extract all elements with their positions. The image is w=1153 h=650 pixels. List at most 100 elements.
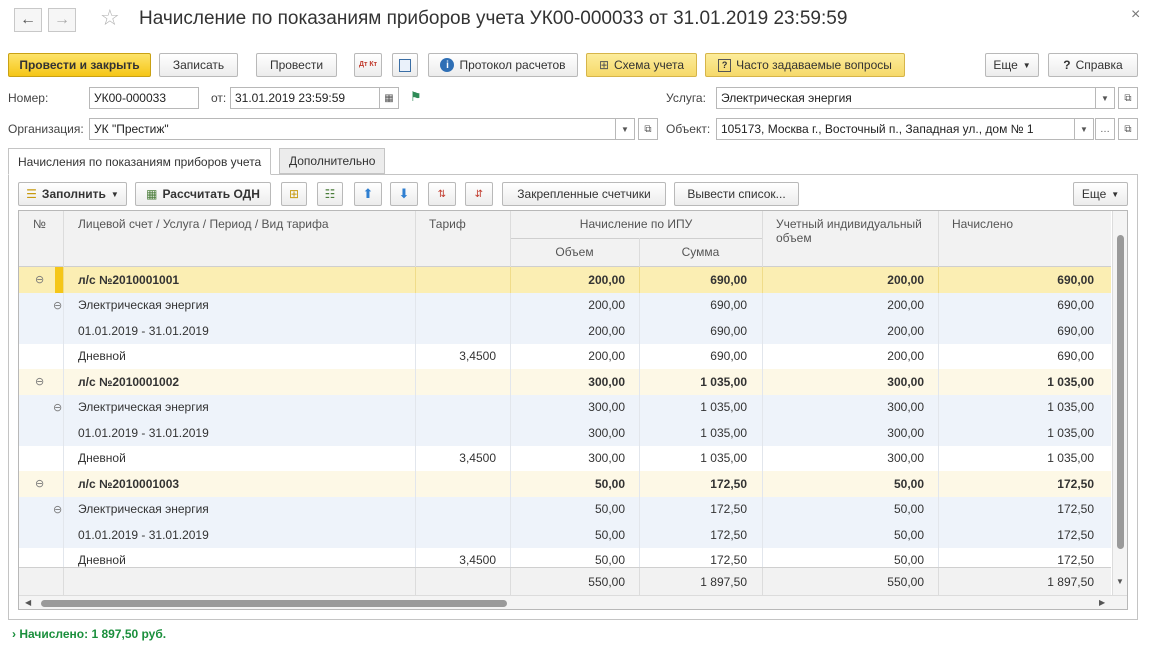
table-row[interactable]: Дневной 3,4500 200,00 690,00 200,00 690,00 [19,343,1111,369]
help-button[interactable]: ? Справка [1048,53,1138,77]
calc-odn-button[interactable]: ▦ Рассчитать ОДН [135,182,271,206]
faq-button[interactable]: ? Часто задаваемые вопросы [705,53,905,77]
table-row[interactable]: 01.01.2019 - 31.01.2019 50,00 172,50 50,00 1… [19,522,1111,548]
tab-readings-charges[interactable]: Начисления по показаниям приборов учета [8,148,272,175]
favorite-star-icon[interactable]: ☆ [100,5,120,31]
fill-button[interactable]: ☰ Заполнить ▼ [18,182,127,206]
vertical-scrollbar[interactable]: ▼ [1112,211,1127,595]
horizontal-scrollbar[interactable]: ◀ ▶ [19,595,1127,609]
row-volume: 300,00 [588,400,625,415]
sort-desc-button[interactable]: ⇵ [465,182,493,206]
row-individual: 300,00 [887,400,924,415]
service-open-button[interactable]: ⧉ [1118,87,1138,109]
row-individual: 200,00 [887,298,924,313]
forward-button[interactable]: → [48,8,76,32]
header-tariff[interactable]: Тариф [429,217,466,231]
sort-asc-icon: ⇅ [437,188,447,200]
row-sum: 172,50 [710,527,747,542]
row-account: Электрическая энергия [78,298,209,313]
tab-additional[interactable]: Дополнительно [279,148,386,174]
table-row[interactable]: ⊖ л/с №2010001001 200,00 690,00 200,00 690,00 [19,267,1111,293]
collapse-toggle-icon[interactable]: ⊖ [53,293,62,319]
table-row[interactable]: ⊖ л/с №2010001002 300,00 1 035,00 300,00 1 03… [19,369,1111,395]
object-select-button[interactable]: … [1095,118,1115,140]
object-dropdown[interactable]: ▼ [1074,118,1094,140]
add-group-button[interactable]: ⊞ [281,182,307,206]
table-row[interactable]: 01.01.2019 - 31.01.2019 300,00 1 035,00 300… [19,420,1111,446]
header-individual[interactable]: Учетный индивидуальный объем [776,217,926,245]
pinned-meters-button[interactable]: Закрепленные счетчики [502,182,666,206]
header-charged[interactable]: Начислено [952,217,1013,231]
move-up-button[interactable]: ⬆ [354,182,382,206]
service-field[interactable]: Электрическая энергия [716,87,1096,109]
row-individual: 50,00 [893,502,924,517]
table-more-label: Еще [1081,187,1107,201]
accounting-scheme-button[interactable]: ⊞ Схема учета [586,53,697,77]
row-sum: 1 035,00 [700,374,747,389]
collapse-toggle-icon[interactable]: ⊖ [53,395,62,421]
date-field[interactable]: 31.01.2019 23:59:59 [230,87,380,109]
fill-label: Заполнить [41,187,106,201]
back-button[interactable]: ← [14,8,42,32]
row-individual: 50,00 [893,527,924,542]
scroll-right-icon[interactable]: ▶ [1099,598,1105,607]
collapse-toggle-icon[interactable]: ⊖ [35,471,44,497]
row-tariff: 3,4500 [459,349,496,364]
output-list-button[interactable]: Вывести список... [674,182,799,206]
print-structure-button[interactable] [392,53,418,77]
open-icon: ⧉ [1124,123,1132,135]
close-icon[interactable]: × [1131,6,1140,24]
calc-protocol-button[interactable]: i Протокол расчетов [428,53,578,77]
header-sum[interactable]: Сумма [639,245,762,259]
row-volume: 200,00 [588,323,625,338]
calendar-button[interactable]: ▦ [379,87,399,109]
row-tariff [415,497,496,523]
header-divider [510,238,762,239]
table-row[interactable]: Дневной 3,4500 300,00 1 035,00 300,00 1 035,0… [19,445,1111,471]
organization-open-button[interactable]: ⧉ [638,118,658,140]
info-icon: i [440,58,455,72]
number-field[interactable]: УК00-000033 [89,87,199,109]
object-open-button[interactable]: ⧉ [1118,118,1138,140]
scroll-left-icon[interactable]: ◀ [25,598,31,607]
header-account[interactable]: Лицевой счет / Услуга / Период / Вид тар… [78,217,329,231]
collapse-toggle-icon[interactable]: ⊖ [35,267,44,293]
post-button[interactable]: Провести [256,53,337,77]
table-row[interactable]: ⊖ Электрическая энергия 300,00 1 035,00 300,… [19,394,1111,421]
caret-down-icon: ▼ [1101,93,1109,103]
header-volume[interactable]: Объем [510,245,639,259]
collapse-toggle-icon[interactable]: ⊖ [53,497,62,523]
dtkt-button[interactable]: Дт Кт [354,53,382,77]
status-charged[interactable]: › Начислено: 1 897,50 руб. [12,627,166,641]
horizontal-scroll-thumb[interactable] [41,600,507,607]
organization-label: Организация: [8,122,84,136]
collapse-toggle-icon[interactable]: ⊖ [35,369,44,395]
row-sum: 172,50 [710,476,747,491]
organization-dropdown[interactable]: ▼ [615,118,635,140]
more-button[interactable]: Еще ▼ [985,53,1039,77]
table-row[interactable]: ⊖ л/с №2010001003 50,00 172,50 50,00 172,50 [19,471,1111,497]
more-label: Еще [993,58,1018,72]
post-and-close-button[interactable]: Провести и закрыть [8,53,151,77]
header-num[interactable]: № [33,217,46,231]
add-subrow-button[interactable]: ☷ [317,182,343,206]
row-account: 01.01.2019 - 31.01.2019 [78,527,209,542]
charges-table: № Лицевой счет / Услуга / Период / Вид т… [18,210,1128,610]
organization-field[interactable]: УК "Престиж" [89,118,616,140]
table-row[interactable]: ⊖ Электрическая энергия 50,00 172,50 50,00 17… [19,496,1111,523]
row-charged: 1 035,00 [1047,374,1094,389]
table-more-button[interactable]: Еще ▼ [1073,182,1128,206]
sort-asc-button[interactable]: ⇅ [428,182,456,206]
row-volume: 300,00 [588,451,625,466]
table-row[interactable]: 01.01.2019 - 31.01.2019 200,00 690,00 200,0… [19,318,1111,344]
flag-icon[interactable]: ⚑ [410,89,422,105]
save-button[interactable]: Записать [159,53,238,77]
header-ipu[interactable]: Начисление по ИПУ [510,217,762,231]
total-sum: 1 897,50 [700,574,747,589]
vertical-scroll-thumb[interactable] [1117,235,1124,549]
service-dropdown[interactable]: ▼ [1095,87,1115,109]
scroll-down-icon[interactable]: ▼ [1116,577,1124,586]
table-row[interactable]: ⊖ Электрическая энергия 200,00 690,00 200,00… [19,292,1111,319]
object-field[interactable]: 105173, Москва г., Восточный п., Западна… [716,118,1075,140]
move-down-button[interactable]: ⬇ [390,182,418,206]
